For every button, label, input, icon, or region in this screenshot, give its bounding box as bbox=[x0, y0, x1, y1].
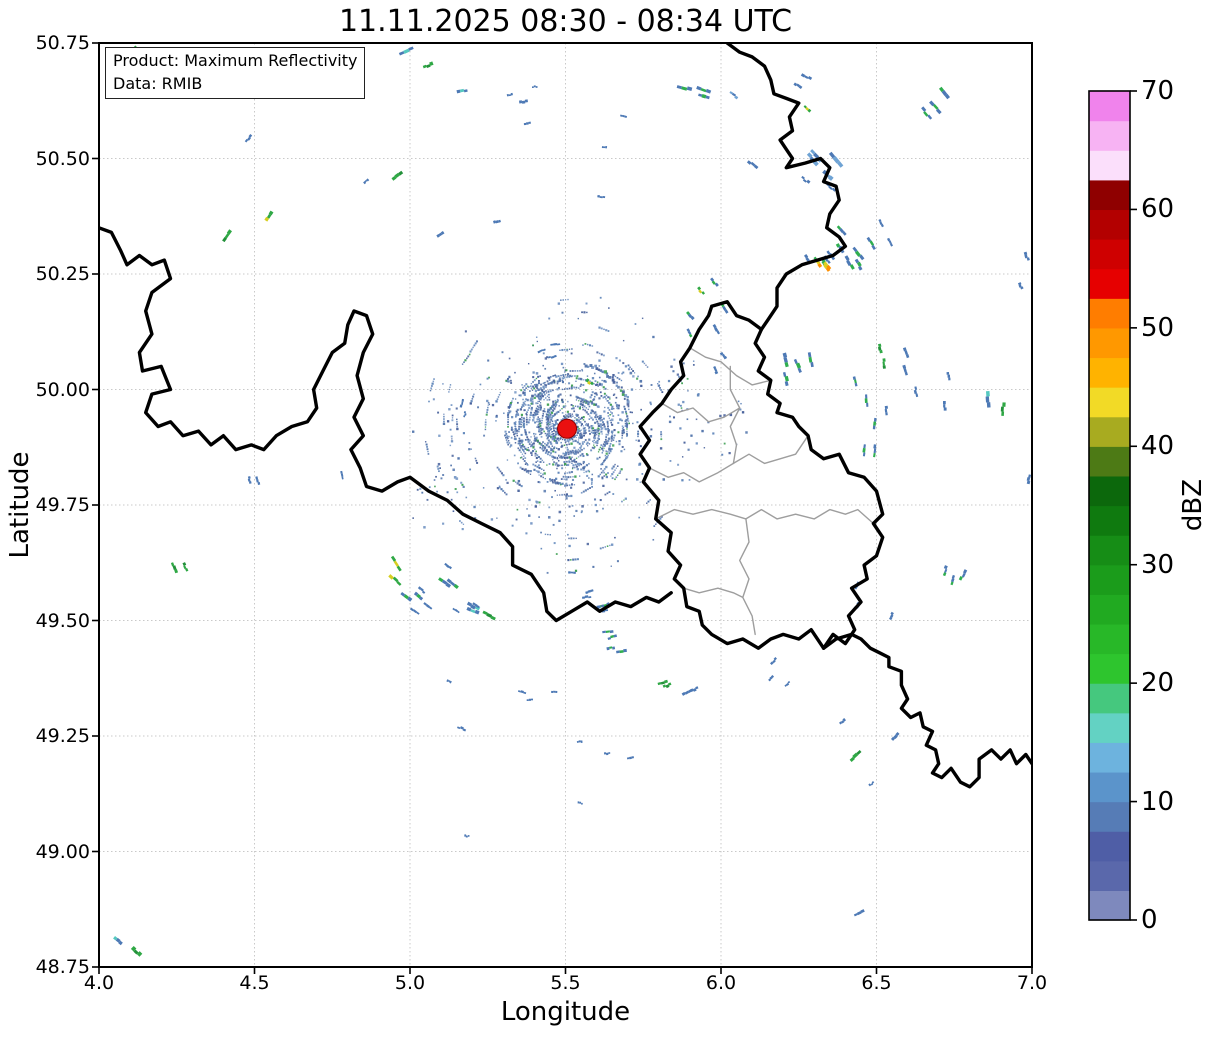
x-axis-label: Longitude bbox=[500, 997, 631, 1027]
colorbar-tick-label: 30 bbox=[1141, 549, 1175, 580]
colorbar-tick-label: 70 bbox=[1141, 76, 1175, 106]
colorbar-segment bbox=[1089, 416, 1130, 447]
colorbar-segment bbox=[1089, 623, 1130, 655]
colorbar-segment bbox=[1089, 387, 1130, 418]
x-tick-label: 4.5 bbox=[239, 972, 270, 994]
colorbar-segment bbox=[1089, 831, 1130, 862]
country-border bbox=[725, 43, 848, 332]
colorbar-segment bbox=[1089, 120, 1130, 151]
colorbar-segment bbox=[1089, 890, 1130, 921]
colorbar-unit-label: dBZ bbox=[1178, 478, 1208, 532]
colorbar-segment bbox=[1089, 653, 1130, 684]
colorbar-segment bbox=[1089, 801, 1130, 832]
y-tick-label: 49.00 bbox=[35, 840, 90, 863]
region-border bbox=[739, 518, 756, 636]
plot-title: 11.11.2025 08:30 - 08:34 UTC bbox=[338, 4, 793, 39]
colorbar-segment bbox=[1089, 209, 1130, 240]
colorbar-segment bbox=[1089, 742, 1130, 773]
colorbar-tick-label: 60 bbox=[1141, 194, 1175, 225]
y-tick-label: 49.50 bbox=[35, 609, 90, 632]
y-tick-label: 50.50 bbox=[35, 147, 90, 170]
colorbar-segment bbox=[1089, 505, 1130, 536]
colorbar-tick-label: 50 bbox=[1141, 312, 1175, 343]
region-border bbox=[648, 435, 809, 483]
colorbar-segment bbox=[1089, 683, 1130, 714]
colorbar-segment bbox=[1089, 298, 1130, 329]
colorbar-segment bbox=[1089, 327, 1130, 359]
colorbar-segment bbox=[1089, 564, 1130, 595]
annotation-data-line: Data: RMIB bbox=[113, 73, 203, 93]
colorbar-segment bbox=[1089, 91, 1130, 122]
y-tick-label: 49.75 bbox=[35, 494, 90, 516]
x-tick-label: 5.5 bbox=[550, 972, 581, 994]
colorbar-segment bbox=[1089, 357, 1130, 388]
colorbar-segment bbox=[1089, 150, 1130, 181]
colorbar-tick-label: 40 bbox=[1141, 431, 1175, 462]
y-tick-label: 50.25 bbox=[35, 263, 90, 285]
y-tick-label: 48.75 bbox=[35, 956, 90, 978]
colorbar-tick-label: 0 bbox=[1141, 905, 1158, 935]
country-border bbox=[821, 632, 1032, 789]
colorbar-segment bbox=[1089, 594, 1130, 625]
y-tick-label: 50.00 bbox=[35, 378, 90, 401]
colorbar-tick-label: 20 bbox=[1141, 668, 1175, 699]
y-tick-label: 50.75 bbox=[35, 32, 90, 54]
colorbar-segment bbox=[1089, 712, 1130, 743]
colorbar-segment bbox=[1089, 771, 1130, 803]
colorbar-segment bbox=[1089, 179, 1130, 211]
region-border bbox=[655, 508, 875, 525]
colorbar-segment bbox=[1089, 268, 1130, 299]
colorbar-segment bbox=[1089, 446, 1130, 477]
annotation-product-line: Product: Maximum Reflectivity bbox=[113, 51, 358, 70]
colorbar-segment bbox=[1089, 535, 1130, 566]
x-tick-label: 6.5 bbox=[861, 972, 892, 994]
colorbar-segment bbox=[1089, 475, 1130, 507]
radar-map-canvas bbox=[92, 42, 1137, 974]
x-tick-label: 5.0 bbox=[394, 972, 426, 994]
colorbar-segment bbox=[1089, 239, 1130, 270]
region-border bbox=[661, 402, 741, 423]
y-tick-label: 49.25 bbox=[35, 725, 90, 747]
colorbar-segment bbox=[1089, 860, 1130, 891]
radar-location-marker bbox=[557, 418, 578, 439]
radar-figure: { "title": "11.11.2025 08:30 - 08:34 UTC… bbox=[0, 0, 1219, 1040]
colorbar-tick-label: 10 bbox=[1141, 786, 1175, 817]
product-annotation-box: Product: Maximum Reflectivity Data: RMIB bbox=[105, 47, 366, 100]
x-tick-label: 6.0 bbox=[705, 972, 737, 994]
region-border bbox=[683, 587, 744, 599]
x-tick-label: 7.0 bbox=[1016, 972, 1048, 994]
